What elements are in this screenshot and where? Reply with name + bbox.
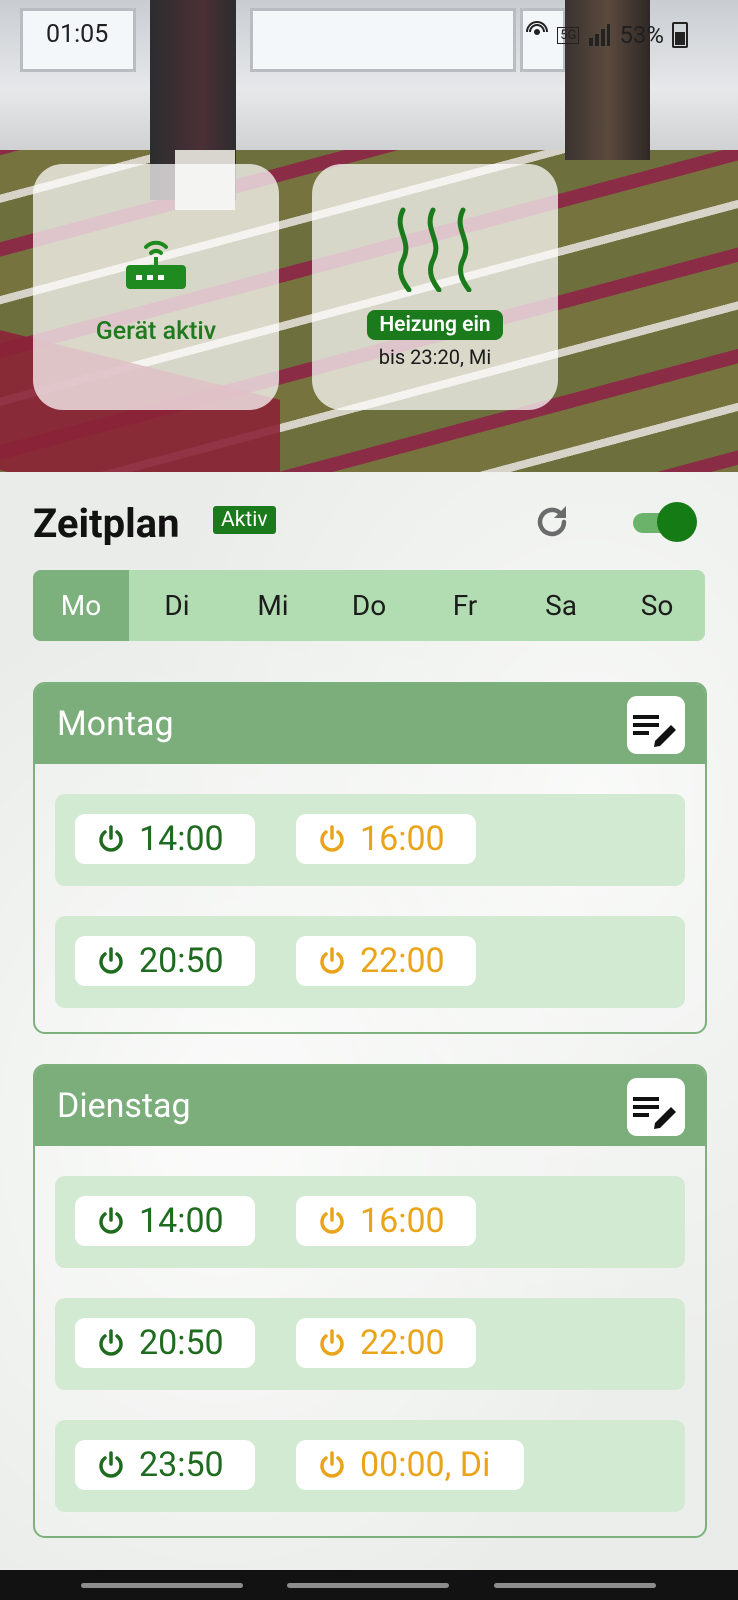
on-time: 14:00: [139, 819, 224, 859]
status-icons: 5G 53%: [525, 20, 688, 50]
time-slot[interactable]: 23:50 00:00, Di: [55, 1420, 685, 1512]
day-card-title: Dienstag: [57, 1086, 191, 1126]
nav-recent-button[interactable]: [81, 1583, 243, 1588]
heating-status-card[interactable]: Heizung ein bis 23:20, Mi: [312, 164, 558, 410]
status-time: 01:05: [46, 20, 109, 49]
time-slot[interactable]: 20:50 22:00: [55, 1298, 685, 1390]
device-status-label: Gerät aktiv: [95, 316, 217, 346]
off-time: 00:00, Di: [360, 1445, 491, 1485]
day-card-title: Montag: [57, 704, 174, 744]
day-tab-fr[interactable]: Fr: [417, 570, 513, 641]
toggle-knob: [657, 502, 697, 542]
schedule-section: Zeitplan Aktiv Mo Di Mi Do Fr Sa So Mont…: [0, 472, 738, 1572]
heating-badge: Heizung ein: [367, 309, 503, 340]
on-time-pill[interactable]: 14:00: [75, 1196, 255, 1246]
schedule-title: Zeitplan: [33, 500, 180, 547]
status-bar: 01:05 5G 53%: [0, 0, 738, 68]
on-time-pill[interactable]: 20:50: [75, 1318, 255, 1368]
on-time-pill[interactable]: 20:50: [75, 936, 255, 986]
schedule-status-badge: Aktiv: [213, 506, 276, 534]
day-card-header: Dienstag: [35, 1066, 705, 1146]
edit-note-icon: [627, 1097, 685, 1140]
off-time: 22:00: [360, 941, 445, 981]
off-time-pill[interactable]: 16:00: [296, 814, 476, 864]
on-time-pill[interactable]: 23:50: [75, 1440, 255, 1490]
device-status-card[interactable]: Gerät aktiv: [33, 164, 279, 410]
edit-schedule-button[interactable]: [627, 1078, 685, 1136]
nav-back-button[interactable]: [494, 1583, 656, 1588]
day-tab-sa[interactable]: Sa: [513, 570, 609, 641]
off-time-pill[interactable]: 16:00: [296, 1196, 476, 1246]
signal-icon: [587, 24, 611, 46]
router-icon: [124, 229, 188, 297]
nav-home-button[interactable]: [287, 1583, 449, 1588]
on-time: 20:50: [139, 1323, 224, 1363]
on-time: 20:50: [139, 941, 224, 981]
battery-icon: [672, 22, 688, 48]
network-type: 5G: [557, 26, 580, 44]
day-card-dienstag: Dienstag 14:00 16:00 20:50 22:00 23:50 0…: [33, 1064, 707, 1538]
heat-waves-icon: [389, 206, 481, 296]
battery-level: 53%: [619, 21, 664, 49]
day-tab-mo[interactable]: Mo: [33, 570, 129, 641]
time-slot[interactable]: 20:50 22:00: [55, 916, 685, 1008]
heating-until: bis 23:20, Mi: [378, 344, 492, 369]
day-tab-mi[interactable]: Mi: [225, 570, 321, 641]
off-time-pill[interactable]: 22:00: [296, 1318, 476, 1368]
on-time: 14:00: [139, 1201, 224, 1241]
off-time: 16:00: [360, 819, 445, 859]
system-nav-bar: [0, 1570, 738, 1600]
day-card-header: Montag: [35, 684, 705, 764]
off-time: 16:00: [360, 1201, 445, 1241]
day-tab-do[interactable]: Do: [321, 570, 417, 641]
time-slot[interactable]: 14:00 16:00: [55, 1176, 685, 1268]
refresh-icon[interactable]: [530, 500, 574, 544]
off-time-pill[interactable]: 00:00, Di: [296, 1440, 524, 1490]
hotspot-icon: [525, 20, 549, 50]
time-slot[interactable]: 14:00 16:00: [55, 794, 685, 886]
day-card-montag: Montag 14:00 16:00 20:50 22:00: [33, 682, 707, 1034]
schedule-toggle[interactable]: [633, 502, 698, 542]
day-tab-so[interactable]: So: [609, 570, 705, 641]
off-time: 22:00: [360, 1323, 445, 1363]
day-selector: Mo Di Mi Do Fr Sa So: [33, 570, 705, 641]
on-time: 23:50: [139, 1445, 224, 1485]
edit-note-icon: [627, 715, 685, 758]
hero-photo: 01:05 5G 53% Gerät aktiv Heizung ein bis…: [0, 0, 738, 472]
off-time-pill[interactable]: 22:00: [296, 936, 476, 986]
on-time-pill[interactable]: 14:00: [75, 814, 255, 864]
edit-schedule-button[interactable]: [627, 696, 685, 754]
day-tab-di[interactable]: Di: [129, 570, 225, 641]
